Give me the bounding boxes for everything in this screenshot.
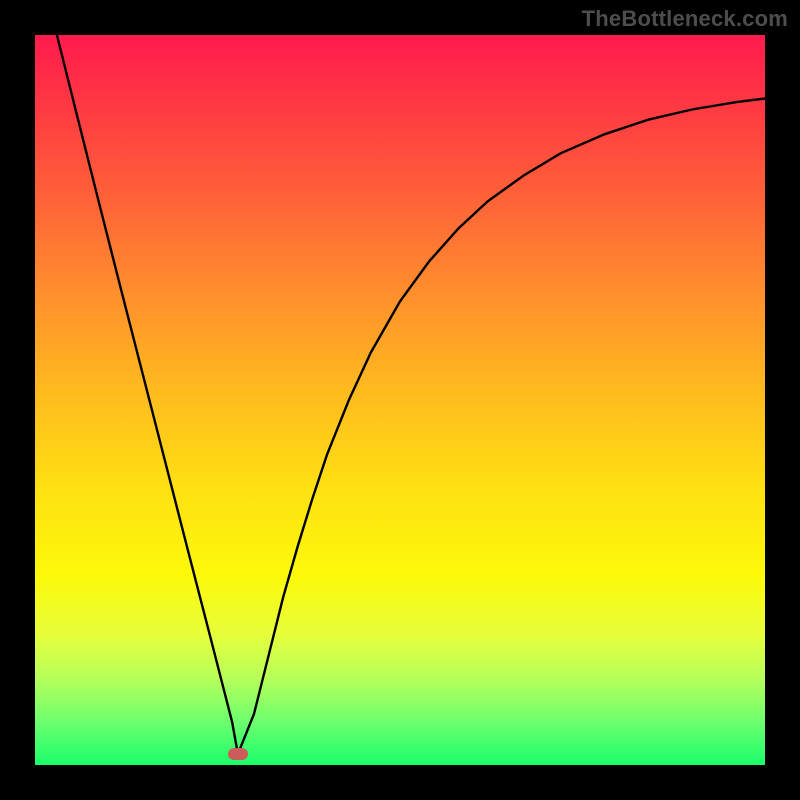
chart-frame: TheBottleneck.com <box>0 0 800 800</box>
curve-svg <box>35 35 765 765</box>
plot-area <box>35 35 765 765</box>
curve-path <box>57 35 765 754</box>
min-marker <box>228 748 248 760</box>
watermark-text: TheBottleneck.com <box>582 6 788 32</box>
